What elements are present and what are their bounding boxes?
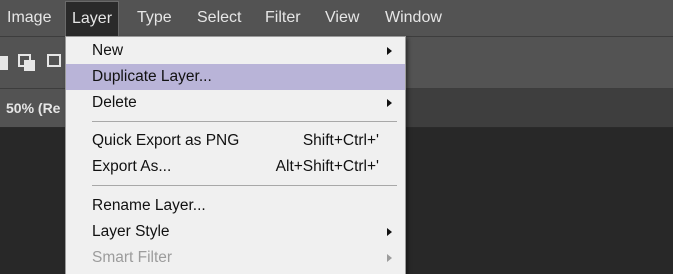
menu-item-export-as[interactable]: Export As... Alt+Shift+Ctrl+'	[66, 154, 405, 180]
menu-item-label: Export As...	[92, 158, 172, 175]
menu-item-duplicate-layer[interactable]: Duplicate Layer...	[66, 64, 405, 90]
menu-item-smart-filter: Smart Filter	[66, 245, 405, 271]
menu-image[interactable]: Image	[1, 0, 57, 36]
menu-item-shortcut: Alt+Shift+Ctrl+'	[275, 158, 379, 175]
menu-window[interactable]: Window	[379, 0, 448, 36]
menu-item-label: Layer Style	[92, 223, 170, 240]
submenu-arrow-icon	[387, 99, 392, 107]
menu-filter[interactable]: Filter	[259, 0, 307, 36]
submenu-arrow-icon	[387, 228, 392, 236]
menu-select[interactable]: Select	[191, 0, 247, 36]
selection-mode-icon[interactable]	[0, 53, 12, 73]
menu-bar: Image Layer Type Select Filter View Wind…	[0, 0, 673, 37]
submenu-arrow-icon	[387, 254, 392, 262]
submenu-arrow-icon	[387, 47, 392, 55]
menu-layer[interactable]: Layer	[65, 1, 120, 36]
add-to-selection-icon[interactable]	[17, 53, 37, 73]
menu-item-label: Delete	[92, 94, 137, 111]
menu-item-label: Duplicate Layer...	[92, 68, 212, 85]
app-window: Image Layer Type Select Filter View Wind…	[0, 0, 673, 274]
menu-item-shortcut: Shift+Ctrl+'	[302, 132, 379, 149]
menu-item-quick-export-png[interactable]: Quick Export as PNG Shift+Ctrl+'	[66, 128, 405, 154]
menu-item-rename-layer[interactable]: Rename Layer...	[66, 193, 405, 219]
subtract-selection-icon[interactable]	[42, 53, 62, 73]
menu-item-label: Rename Layer...	[92, 197, 206, 214]
menu-separator	[92, 185, 397, 186]
menu-item-label: New	[92, 42, 124, 59]
menu-separator	[92, 121, 397, 122]
menu-item-new[interactable]: New	[66, 38, 405, 64]
menu-item-layer-style[interactable]: Layer Style	[66, 219, 405, 245]
menu-item-delete[interactable]: Delete	[66, 90, 405, 116]
layer-menu-dropdown: New Duplicate Layer... Delete Quick Expo…	[65, 36, 406, 274]
menu-type[interactable]: Type	[131, 0, 178, 36]
menu-item-label: Smart Filter	[92, 249, 173, 266]
menu-item-label: Quick Export as PNG	[92, 132, 240, 149]
menu-view[interactable]: View	[319, 0, 365, 36]
